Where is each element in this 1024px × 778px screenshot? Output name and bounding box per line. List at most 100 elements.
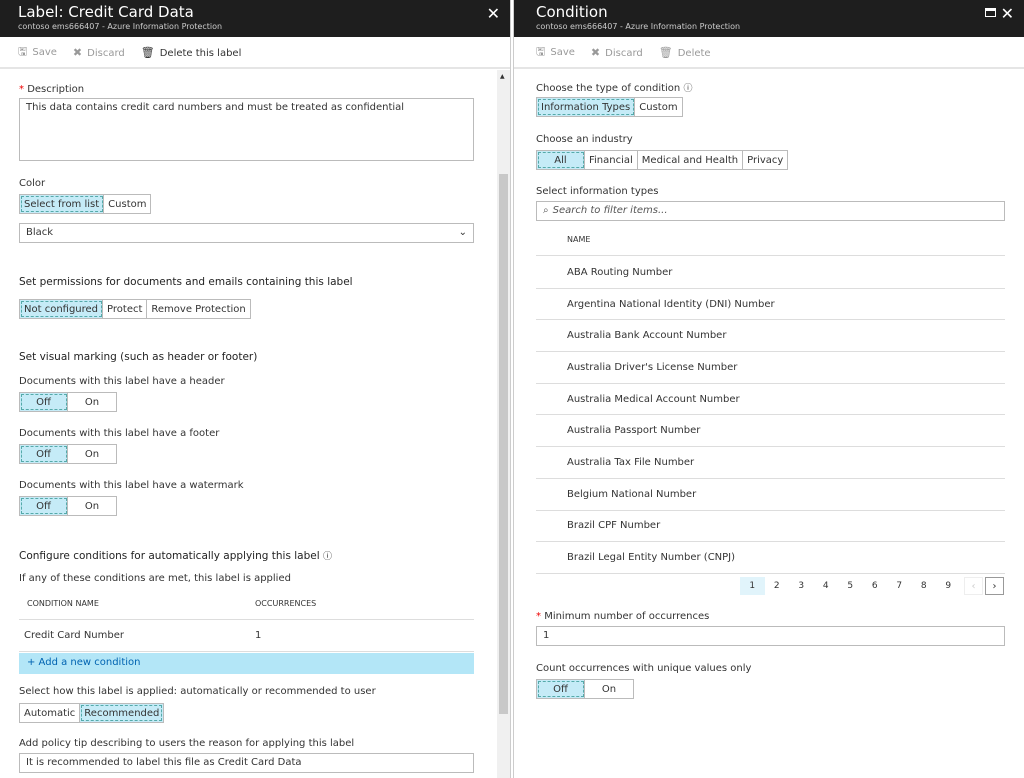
on-option[interactable]: On bbox=[585, 680, 633, 698]
save-button[interactable]: 🖫 Save bbox=[18, 43, 57, 62]
trash-icon: 🗑 bbox=[140, 45, 155, 59]
off-option[interactable]: Off bbox=[20, 445, 68, 463]
remove-protection-option[interactable]: Remove Protection bbox=[147, 300, 249, 318]
list-item[interactable]: Argentina National Identity (DNI) Number bbox=[536, 289, 1005, 321]
select-from-list-option[interactable]: Select from list bbox=[20, 195, 105, 213]
custom-option[interactable]: Custom bbox=[635, 98, 681, 116]
panel-subtitle: contoso ems666407 - Azure Information Pr… bbox=[536, 22, 741, 31]
list-item[interactable]: ABA Routing Number bbox=[536, 257, 1005, 289]
page-2-button[interactable]: 2 bbox=[765, 577, 790, 595]
discard-button[interactable]: ✖ Discard bbox=[73, 46, 125, 59]
close-icon[interactable]: ✕ bbox=[487, 4, 500, 23]
page-8-button[interactable]: 8 bbox=[912, 577, 937, 595]
footer-toggle: Off On bbox=[19, 444, 117, 464]
select-types-label: Select information types bbox=[536, 186, 659, 197]
discard-button[interactable]: ✖ Discard bbox=[591, 46, 643, 59]
watermark-label: Documents with this label have a waterma… bbox=[19, 480, 244, 491]
industry-privacy[interactable]: Privacy bbox=[743, 151, 787, 169]
chevron-down-icon: ⌄ bbox=[458, 227, 467, 238]
header-label: Documents with this label have a header bbox=[19, 376, 225, 387]
condition-name: Credit Card Number bbox=[24, 630, 124, 641]
save-label: Save bbox=[550, 46, 575, 58]
save-label: Save bbox=[32, 46, 57, 58]
scroll-up-icon[interactable]: ▲ bbox=[500, 73, 505, 80]
custom-option[interactable]: Custom bbox=[104, 195, 150, 213]
watermark-toggle: Off On bbox=[19, 496, 117, 516]
condition-panel: Condition contoso ems666407 - Azure Info… bbox=[513, 0, 1024, 778]
off-option[interactable]: Off bbox=[537, 680, 585, 698]
industry-medical[interactable]: Medical and Health bbox=[638, 151, 744, 169]
pagination: 123456789 bbox=[740, 577, 961, 595]
info-icon: ⓘ bbox=[322, 552, 332, 562]
prev-page-button[interactable]: ‹ bbox=[964, 577, 983, 595]
unique-label: Count occurrences with unique values onl… bbox=[536, 663, 752, 674]
min-occurrences-label: * Minimum number of occurrences bbox=[536, 611, 710, 622]
page-1-button[interactable]: 1 bbox=[740, 577, 765, 595]
list-item[interactable]: Australia Tax File Number bbox=[536, 447, 1005, 479]
list-item[interactable]: Brazil CPF Number bbox=[536, 511, 1005, 543]
discard-label: Discard bbox=[87, 47, 125, 59]
panel-header: Condition contoso ems666407 - Azure Info… bbox=[514, 0, 1024, 37]
panel-subtitle: contoso ems666407 - Azure Information Pr… bbox=[18, 22, 223, 31]
table-row[interactable]: Credit Card Number 1 bbox=[19, 620, 474, 652]
recommended-option[interactable]: Recommended bbox=[80, 704, 164, 722]
type-toggle: Information Types Custom bbox=[536, 97, 683, 117]
tip-label: Add policy tip describing to users the r… bbox=[19, 738, 355, 749]
save-icon: 🖫 bbox=[536, 44, 546, 58]
list-item[interactable]: Australia Driver's License Number bbox=[536, 352, 1005, 384]
save-button[interactable]: 🖫 Save bbox=[536, 43, 575, 62]
automatic-option[interactable]: Automatic bbox=[20, 704, 81, 722]
not-configured-option[interactable]: Not configured bbox=[20, 300, 104, 318]
industry-financial[interactable]: Financial bbox=[585, 151, 638, 169]
list-item[interactable]: Australia Bank Account Number bbox=[536, 320, 1005, 353]
toolbar: 🖫 Save ✖ Discard 🗑 Delete bbox=[514, 37, 1024, 69]
off-option[interactable]: Off bbox=[20, 393, 68, 411]
apply-mode-toggle: Automatic Recommended bbox=[19, 703, 165, 723]
list-item[interactable]: Australia Medical Account Number bbox=[536, 384, 1005, 416]
protect-option[interactable]: Protect bbox=[103, 300, 148, 318]
min-occurrences-input[interactable]: 1 bbox=[536, 626, 1005, 646]
information-types-list: ABA Routing Number Argentina National Ide… bbox=[536, 257, 1005, 574]
page-3-button[interactable]: 3 bbox=[789, 577, 814, 595]
search-icon: ⌕ bbox=[543, 205, 549, 216]
add-condition-button[interactable]: + Add a new condition bbox=[19, 653, 474, 674]
color-label: Color bbox=[19, 178, 46, 189]
discard-icon: ✖ bbox=[72, 45, 83, 59]
search-input[interactable]: ⌕ Search to filter items... bbox=[536, 201, 1005, 221]
off-option[interactable]: Off bbox=[20, 497, 68, 515]
col-occurrences: OCCURRENCES bbox=[255, 599, 317, 608]
color-select[interactable]: Black ⌄ bbox=[19, 223, 474, 243]
list-item[interactable]: Belgium National Number bbox=[536, 479, 1005, 511]
panel-title: Label: Credit Card Data bbox=[18, 3, 194, 21]
close-icon[interactable]: ✕ bbox=[1001, 4, 1014, 23]
page-7-button[interactable]: 7 bbox=[887, 577, 912, 595]
industry-all[interactable]: All bbox=[537, 151, 585, 169]
on-option[interactable]: On bbox=[68, 393, 116, 411]
scrollbar[interactable]: ▲ bbox=[497, 70, 510, 778]
information-types-option[interactable]: Information Types bbox=[537, 98, 636, 116]
delete-button[interactable]: 🗑 Delete this label bbox=[141, 46, 242, 59]
page-5-button[interactable]: 5 bbox=[838, 577, 863, 595]
info-icon: ⓘ bbox=[683, 84, 693, 94]
discard-label: Discard bbox=[605, 47, 643, 59]
page-4-button[interactable]: 4 bbox=[814, 577, 839, 595]
description-textarea[interactable]: This data contains credit card numbers a… bbox=[19, 98, 474, 161]
permissions-toggle: Not configured Protect Remove Protection bbox=[19, 299, 251, 319]
industry-toggle: All Financial Medical and Health Privacy bbox=[536, 150, 789, 170]
unique-toggle: Off On bbox=[536, 679, 634, 699]
policy-tip-input[interactable]: It is recommended to label this file as … bbox=[19, 753, 474, 773]
next-page-button[interactable]: › bbox=[985, 577, 1004, 595]
maximize-icon[interactable] bbox=[985, 8, 996, 17]
on-option[interactable]: On bbox=[68, 445, 116, 463]
on-option[interactable]: On bbox=[68, 497, 116, 515]
page-9-button[interactable]: 9 bbox=[936, 577, 961, 595]
list-item[interactable]: Australia Passport Number bbox=[536, 415, 1005, 448]
scrollbar-thumb[interactable] bbox=[499, 174, 508, 714]
conditions-heading: Configure conditions for automatically a… bbox=[19, 550, 332, 562]
page-6-button[interactable]: 6 bbox=[863, 577, 888, 595]
delete-button[interactable]: 🗑 Delete bbox=[659, 46, 711, 59]
panel-header: Label: Credit Card Data contoso ems66640… bbox=[0, 0, 510, 37]
list-item[interactable]: Brazil Legal Entity Number (CNPJ) bbox=[536, 542, 1005, 574]
description-label: * Description bbox=[19, 84, 85, 95]
col-condition-name: CONDITION NAME bbox=[27, 599, 99, 608]
